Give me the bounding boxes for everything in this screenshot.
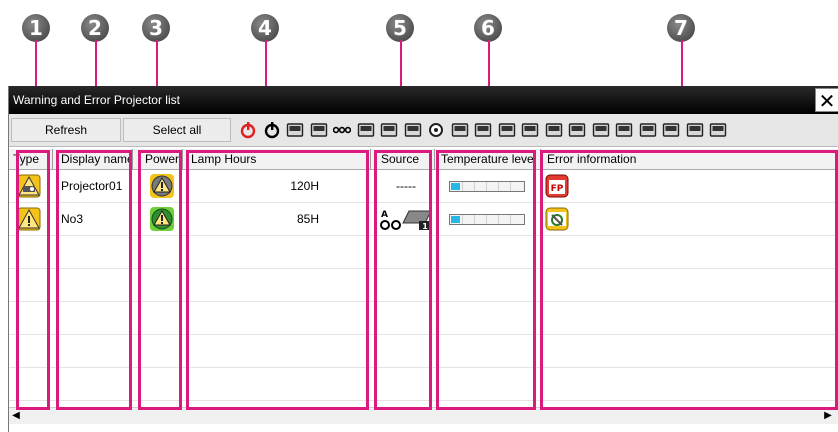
lan-icon[interactable]	[451, 121, 469, 139]
column-source[interactable]: Source	[377, 149, 435, 169]
power-warning-icon	[150, 207, 174, 231]
dots-icon[interactable]	[333, 121, 351, 139]
column-error-information[interactable]: Error information	[543, 149, 838, 169]
hdmi-icon[interactable]	[545, 121, 563, 139]
disc-icon[interactable]	[427, 121, 445, 139]
table-row[interactable]: Projector01 120H ----- FP	[9, 170, 838, 203]
callout-2: 2	[81, 14, 109, 42]
video-icon[interactable]	[380, 121, 398, 139]
svg-text:1: 1	[422, 222, 428, 231]
error-cell: FP	[545, 170, 585, 202]
svg-text:A: A	[381, 210, 388, 220]
empty-row	[9, 302, 838, 335]
display-name-cell: No3	[61, 212, 84, 226]
callout-3: 3	[142, 14, 170, 42]
temperature-bar	[449, 213, 525, 225]
mp-icon[interactable]	[568, 121, 586, 139]
scroll-left-icon[interactable]: ◀	[9, 409, 23, 423]
toolbar: Refresh Select all	[9, 114, 838, 147]
display-icon[interactable]	[686, 121, 704, 139]
remote-icon[interactable]	[709, 121, 727, 139]
table-row[interactable]: No3 85H A 1	[9, 203, 838, 236]
empty-row	[9, 335, 838, 368]
input2-icon[interactable]	[521, 121, 539, 139]
warning-projector-icon	[17, 174, 41, 198]
usb-icon[interactable]	[474, 121, 492, 139]
network-error-icon	[545, 207, 569, 231]
fp-error-icon: FP	[545, 174, 569, 198]
list-header: Type Display name Power Lamp Hours Sourc…	[9, 149, 838, 170]
temperature-fill	[451, 182, 460, 190]
window-title: Warning and Error Projector list	[13, 93, 180, 107]
horizontal-scrollbar[interactable]: ◀ ▶	[9, 407, 838, 424]
network-icon[interactable]	[592, 121, 610, 139]
power-warning-icon	[150, 174, 174, 198]
computer1-icon[interactable]	[615, 121, 633, 139]
type-cell	[17, 203, 45, 235]
lamp-hours-cell: 85H	[296, 212, 319, 226]
input-source-2-icon[interactable]	[310, 121, 328, 139]
lamp-hours-cell: 120H	[290, 179, 319, 193]
empty-row	[9, 236, 838, 269]
column-display-name[interactable]: Display name	[57, 149, 133, 169]
input1-icon[interactable]	[498, 121, 516, 139]
error-cell	[545, 203, 585, 235]
column-lamp-hours[interactable]: Lamp Hours	[187, 149, 371, 169]
callout-1: 1	[22, 14, 50, 42]
temperature-bar	[449, 180, 525, 192]
column-type[interactable]: Type	[9, 149, 53, 169]
warning-icon	[17, 207, 41, 231]
temperature-fill	[451, 215, 460, 223]
source-cell: -----	[396, 179, 416, 193]
power-off-icon[interactable]	[263, 121, 281, 139]
column-power[interactable]: Power	[141, 149, 183, 169]
input-source-icon[interactable]	[286, 121, 304, 139]
refresh-button[interactable]: Refresh	[11, 118, 121, 142]
svg-text:FP: FP	[551, 184, 564, 194]
computer-source-icon: A 1	[380, 210, 432, 231]
source-cell: A 1	[377, 203, 435, 235]
type-cell	[17, 170, 45, 202]
wireless-icon[interactable]	[662, 121, 680, 139]
close-button[interactable]: ✕	[815, 88, 838, 113]
temperature-cell	[449, 170, 529, 202]
projector-list-window: Warning and Error Projector list ✕ Refre…	[8, 86, 838, 432]
computer2-icon[interactable]	[639, 121, 657, 139]
empty-row	[9, 368, 838, 401]
column-temperature-level[interactable]: Temperature level	[437, 149, 541, 169]
monitor-icon[interactable]	[357, 121, 375, 139]
callout-6: 6	[474, 14, 502, 42]
svideo-icon[interactable]	[404, 121, 422, 139]
title-bar: Warning and Error Projector list ✕	[9, 86, 838, 114]
temperature-cell	[449, 203, 529, 235]
callout-7: 7	[667, 14, 695, 42]
power-cell	[149, 203, 179, 235]
select-all-button[interactable]: Select all	[123, 118, 231, 142]
callout-4: 4	[251, 14, 279, 42]
power-on-icon[interactable]	[239, 121, 257, 139]
callout-5: 5	[386, 14, 414, 42]
scroll-right-icon[interactable]: ▶	[821, 409, 835, 423]
empty-row	[9, 269, 838, 302]
power-cell	[149, 170, 179, 202]
display-name-cell: Projector01	[61, 179, 123, 193]
